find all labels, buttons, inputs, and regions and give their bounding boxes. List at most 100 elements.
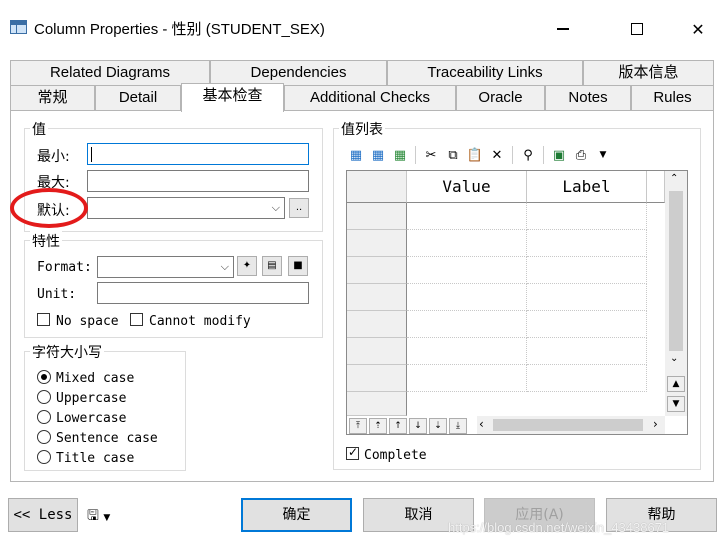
cut-icon[interactable]: ✂ (421, 145, 441, 165)
cannot-modify-checkbox[interactable] (130, 313, 143, 326)
row-header[interactable] (347, 365, 407, 392)
row-header[interactable] (347, 284, 407, 311)
lowercase-radio[interactable] (37, 410, 51, 424)
tab-basic-checks[interactable]: 基本检查 (181, 83, 284, 112)
delete-icon[interactable]: ✕ (487, 145, 507, 165)
grid-cell[interactable] (407, 338, 527, 365)
tab-detail[interactable]: Detail (95, 85, 181, 111)
tab-general[interactable]: 常规 (10, 85, 95, 111)
grid-cell[interactable] (527, 284, 647, 311)
value-group-title: 值 (30, 119, 48, 139)
chevron-down-icon: ⌵ (271, 201, 280, 214)
grid-cell[interactable] (407, 230, 527, 257)
format-combobox[interactable]: ⌵ (97, 256, 234, 278)
print-icon[interactable]: ⎙ (571, 145, 591, 165)
add-rows-icon[interactable]: ▦ (390, 145, 410, 165)
paste-icon[interactable]: 📋 (465, 145, 485, 165)
no-space-checkbox[interactable] (37, 313, 50, 326)
add-row-icon[interactable]: ▦ (346, 145, 366, 165)
row-header[interactable] (347, 203, 407, 230)
save-menu-button[interactable]: 🖫 ▼ (87, 505, 110, 529)
chevron-down-icon: ▼ (103, 513, 111, 523)
format-label: Format: (37, 260, 92, 275)
move-first-icon[interactable]: ⤒ (349, 418, 367, 434)
move-top-button[interactable]: ▲ (667, 376, 685, 392)
new-icon: ✦ (242, 260, 252, 271)
mixed-case-radio[interactable] (37, 370, 51, 384)
grid-cell[interactable] (527, 365, 647, 392)
grid-cell[interactable] (527, 230, 647, 257)
close-button[interactable]: ✕ (675, 12, 721, 46)
chevron-up-icon[interactable]: ⌃ (670, 173, 678, 184)
grid-vertical-scrollbar[interactable]: ⌃ ⌄ ▲ ▼ (665, 171, 687, 416)
row-header[interactable] (347, 230, 407, 257)
new-format-button[interactable]: ✦ (237, 256, 257, 276)
value-list-grid[interactable]: Value Label ⌃ ⌄ ▲ ▼ ⤒ ⇡ ↑ ↓ ⇣ ⤓ ‹ › (346, 170, 688, 435)
vertical-scroll-thumb[interactable] (669, 191, 683, 351)
move-up-page-icon[interactable]: ⇡ (369, 418, 387, 434)
grid-cell[interactable] (407, 257, 527, 284)
lowercase-label: Lowercase (56, 411, 127, 426)
sentence-case-label: Sentence case (56, 431, 158, 446)
tab-traceability-links[interactable]: Traceability Links (387, 60, 583, 86)
format-properties-button[interactable]: ▤ (262, 256, 282, 276)
title-case-label: Title case (56, 451, 135, 466)
maximize-icon (631, 23, 643, 35)
chevron-down-icon[interactable]: ⌄ (670, 353, 678, 364)
excel-export-icon[interactable]: ▣ (549, 145, 569, 165)
min-input[interactable] (87, 143, 309, 165)
uppercase-radio[interactable] (37, 390, 51, 404)
tab-notes[interactable]: Notes (545, 85, 631, 111)
grid-cell[interactable] (527, 203, 647, 230)
less-button[interactable]: << Less (8, 498, 78, 532)
move-up-icon[interactable]: ↑ (389, 418, 407, 434)
sentence-case-radio[interactable] (37, 430, 51, 444)
complete-checkbox[interactable] (346, 445, 359, 460)
no-space-label: No space (56, 314, 119, 329)
move-last-icon[interactable]: ⤓ (449, 418, 467, 434)
default-more-button[interactable]: .. (289, 198, 309, 218)
annotation-circle (10, 188, 88, 228)
move-down-icon[interactable]: ↓ (409, 418, 427, 434)
grid-cell[interactable] (527, 257, 647, 284)
tab-rules[interactable]: Rules (631, 85, 714, 111)
tab-additional-checks[interactable]: Additional Checks (284, 85, 456, 111)
insert-row-icon[interactable]: ▦ (368, 145, 388, 165)
label-column-header[interactable]: Label (527, 171, 647, 203)
row-header[interactable] (347, 338, 407, 365)
maximize-button[interactable] (614, 12, 660, 46)
tab-oracle[interactable]: Oracle (456, 85, 545, 111)
horizontal-scroll-thumb[interactable] (493, 419, 643, 431)
grid-horizontal-scrollbar[interactable]: ‹ › (477, 416, 665, 434)
find-icon[interactable]: ⚲ (518, 145, 538, 165)
grid-cell[interactable] (527, 338, 647, 365)
title-case-radio[interactable] (37, 450, 51, 464)
default-combobox[interactable]: ⌵ (87, 197, 285, 219)
grid-cell[interactable] (527, 311, 647, 338)
uppercase-label: Uppercase (56, 391, 127, 406)
ok-button[interactable]: 确定 (241, 498, 352, 532)
row-header[interactable] (347, 257, 407, 284)
case-group-title: 字符大小写 (30, 342, 104, 362)
min-label: 最小: (37, 149, 70, 165)
print-dropdown-icon[interactable]: ▼ (593, 145, 613, 165)
grid-cell[interactable] (407, 311, 527, 338)
chevron-right-icon[interactable]: › (653, 417, 658, 431)
row-header[interactable] (347, 392, 407, 416)
minimize-button[interactable] (540, 12, 586, 46)
move-bottom-button[interactable]: ▼ (667, 396, 685, 412)
tab-related-diagrams[interactable]: Related Diagrams (10, 60, 210, 86)
grid-cell[interactable] (407, 203, 527, 230)
value-column-header[interactable]: Value (407, 171, 527, 203)
move-down-page-icon[interactable]: ⇣ (429, 418, 447, 434)
grid-cell[interactable] (407, 365, 527, 392)
unit-input[interactable] (97, 282, 309, 304)
table-column-icon (10, 20, 27, 34)
max-input[interactable] (87, 170, 309, 192)
tab-version-info[interactable]: 版本信息 (583, 60, 714, 86)
copy-icon[interactable]: ⧉ (443, 145, 463, 165)
row-header[interactable] (347, 311, 407, 338)
chevron-left-icon[interactable]: ‹ (479, 417, 484, 431)
grid-cell[interactable] (407, 284, 527, 311)
format-list-button[interactable]: ■ (288, 256, 308, 276)
